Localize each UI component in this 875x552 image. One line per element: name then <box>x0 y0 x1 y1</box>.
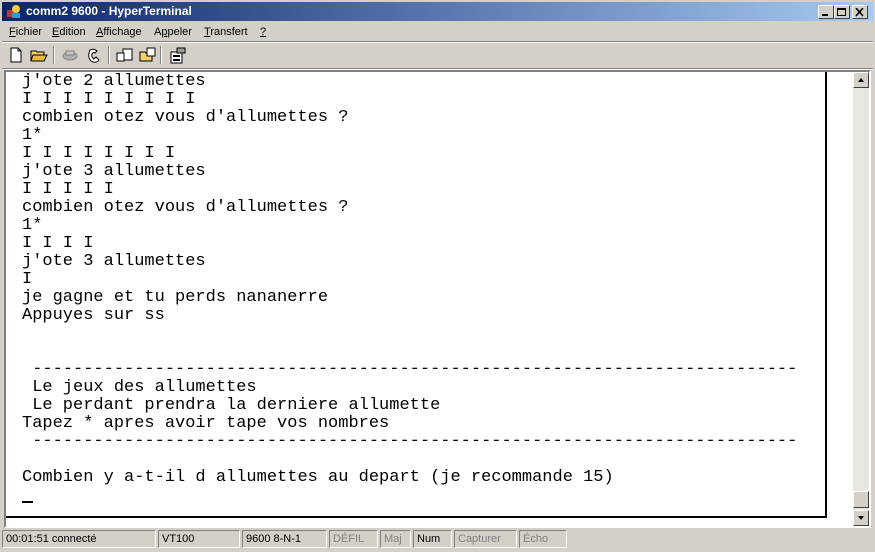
properties-button[interactable] <box>166 45 188 66</box>
terminal-line: Combien y a-t-il d allumettes au depart … <box>22 468 614 487</box>
close-button[interactable] <box>852 5 868 19</box>
terminal-line: combien otez vous d'allumettes ? <box>22 198 349 217</box>
terminal-line: Appuyes sur ss <box>22 306 165 325</box>
hyperterminal-window: comm2 9600 - HyperTerminal Fichier Editi… <box>0 0 875 552</box>
scrollbar-thumb[interactable] <box>853 491 869 508</box>
terminal-line: I I I I I I I I I <box>22 90 196 109</box>
status-scroll: DÉFIL <box>329 530 378 548</box>
open-folder-icon <box>30 50 48 62</box>
send-file-icon <box>116 48 133 62</box>
toolbar-separator-2 <box>108 46 110 64</box>
status-echo: Écho <box>519 530 567 548</box>
scroll-down-button[interactable] <box>853 510 869 526</box>
window-title: comm2 9600 - HyperTerminal <box>26 4 192 18</box>
status-num: Num <box>413 530 452 548</box>
terminal-frame: j'ote 2 allumettes I I I I I I I I Icombi… <box>4 70 871 528</box>
disconnect-button[interactable] <box>82 45 104 66</box>
menu-bar: Fichier Edition Affichage Appeler Transf… <box>2 23 873 41</box>
vertical-scrollbar[interactable] <box>853 72 869 526</box>
receive-file-icon <box>139 47 156 62</box>
new-file-icon <box>10 47 22 63</box>
properties-icon <box>170 47 186 64</box>
disconnect-icon <box>88 48 100 63</box>
call-button[interactable] <box>58 45 80 66</box>
terminal-line: j'ote 3 allumettes <box>22 252 206 271</box>
toolbar-separator-3 <box>160 46 162 64</box>
terminal-line: 1* <box>22 126 43 145</box>
status-emulation: VT100 <box>158 530 240 548</box>
menu-help[interactable]: ? <box>260 25 266 39</box>
menu-edition[interactable]: Edition <box>52 25 86 39</box>
terminal-line: ----------------------------------------… <box>22 432 798 451</box>
maximize-button[interactable] <box>834 5 850 19</box>
status-capture: Capturer <box>454 530 517 548</box>
terminal-line: I I I I I <box>22 180 114 199</box>
terminal-line: combien otez vous d'allumettes ? <box>22 108 349 127</box>
receive-button[interactable] <box>136 45 158 66</box>
terminal-screen[interactable]: j'ote 2 allumettes I I I I I I I I Icombi… <box>6 72 827 518</box>
terminal-line: Le jeux des allumettes <box>22 378 257 397</box>
terminal-line: Tapez * apres avoir tape vos nombres <box>22 414 390 433</box>
scroll-up-button[interactable] <box>853 72 869 88</box>
send-button[interactable] <box>113 45 135 66</box>
minimize-button[interactable] <box>818 5 834 19</box>
terminal-line: ----------------------------------------… <box>22 360 798 379</box>
menu-fichier[interactable]: Fichier <box>9 25 42 39</box>
title-bar[interactable]: comm2 9600 - HyperTerminal <box>2 2 873 21</box>
terminal-line: 1* <box>22 216 43 235</box>
status-caps: Maj <box>380 530 411 548</box>
status-port-settings: 9600 8-N-1 <box>242 530 327 548</box>
open-button[interactable] <box>27 45 49 66</box>
terminal-line: I <box>22 270 33 289</box>
terminal-line: j'ote 2 allumettes <box>22 72 206 91</box>
text-cursor <box>22 501 33 503</box>
menu-affichage[interactable]: Affichage <box>96 25 142 39</box>
terminal-line: I I I I <box>22 234 94 253</box>
terminal-line: j'ote 3 allumettes <box>22 162 206 181</box>
toolbar <box>2 43 873 67</box>
connect-icon <box>62 50 78 61</box>
menu-appeler[interactable]: Appeler <box>154 25 192 39</box>
down-arrow-icon <box>858 516 864 520</box>
toolbar-separator <box>53 46 55 64</box>
terminal-line: je gagne et tu perds nananerre <box>22 288 329 307</box>
hyperterminal-app-icon[interactable] <box>6 4 22 19</box>
terminal-line: Le perdant prendra la derniere allumette <box>22 396 441 415</box>
menu-transfert[interactable]: Transfert <box>204 25 248 39</box>
up-arrow-icon <box>858 78 864 82</box>
new-connection-button[interactable] <box>5 45 27 66</box>
status-bar: 00:01:51 connecté VT100 9600 8-N-1 DÉFIL Maj… <box>2 530 873 550</box>
terminal-line: I I I I I I I I <box>22 144 176 163</box>
status-connection-time: 00:01:51 connecté <box>2 530 156 548</box>
